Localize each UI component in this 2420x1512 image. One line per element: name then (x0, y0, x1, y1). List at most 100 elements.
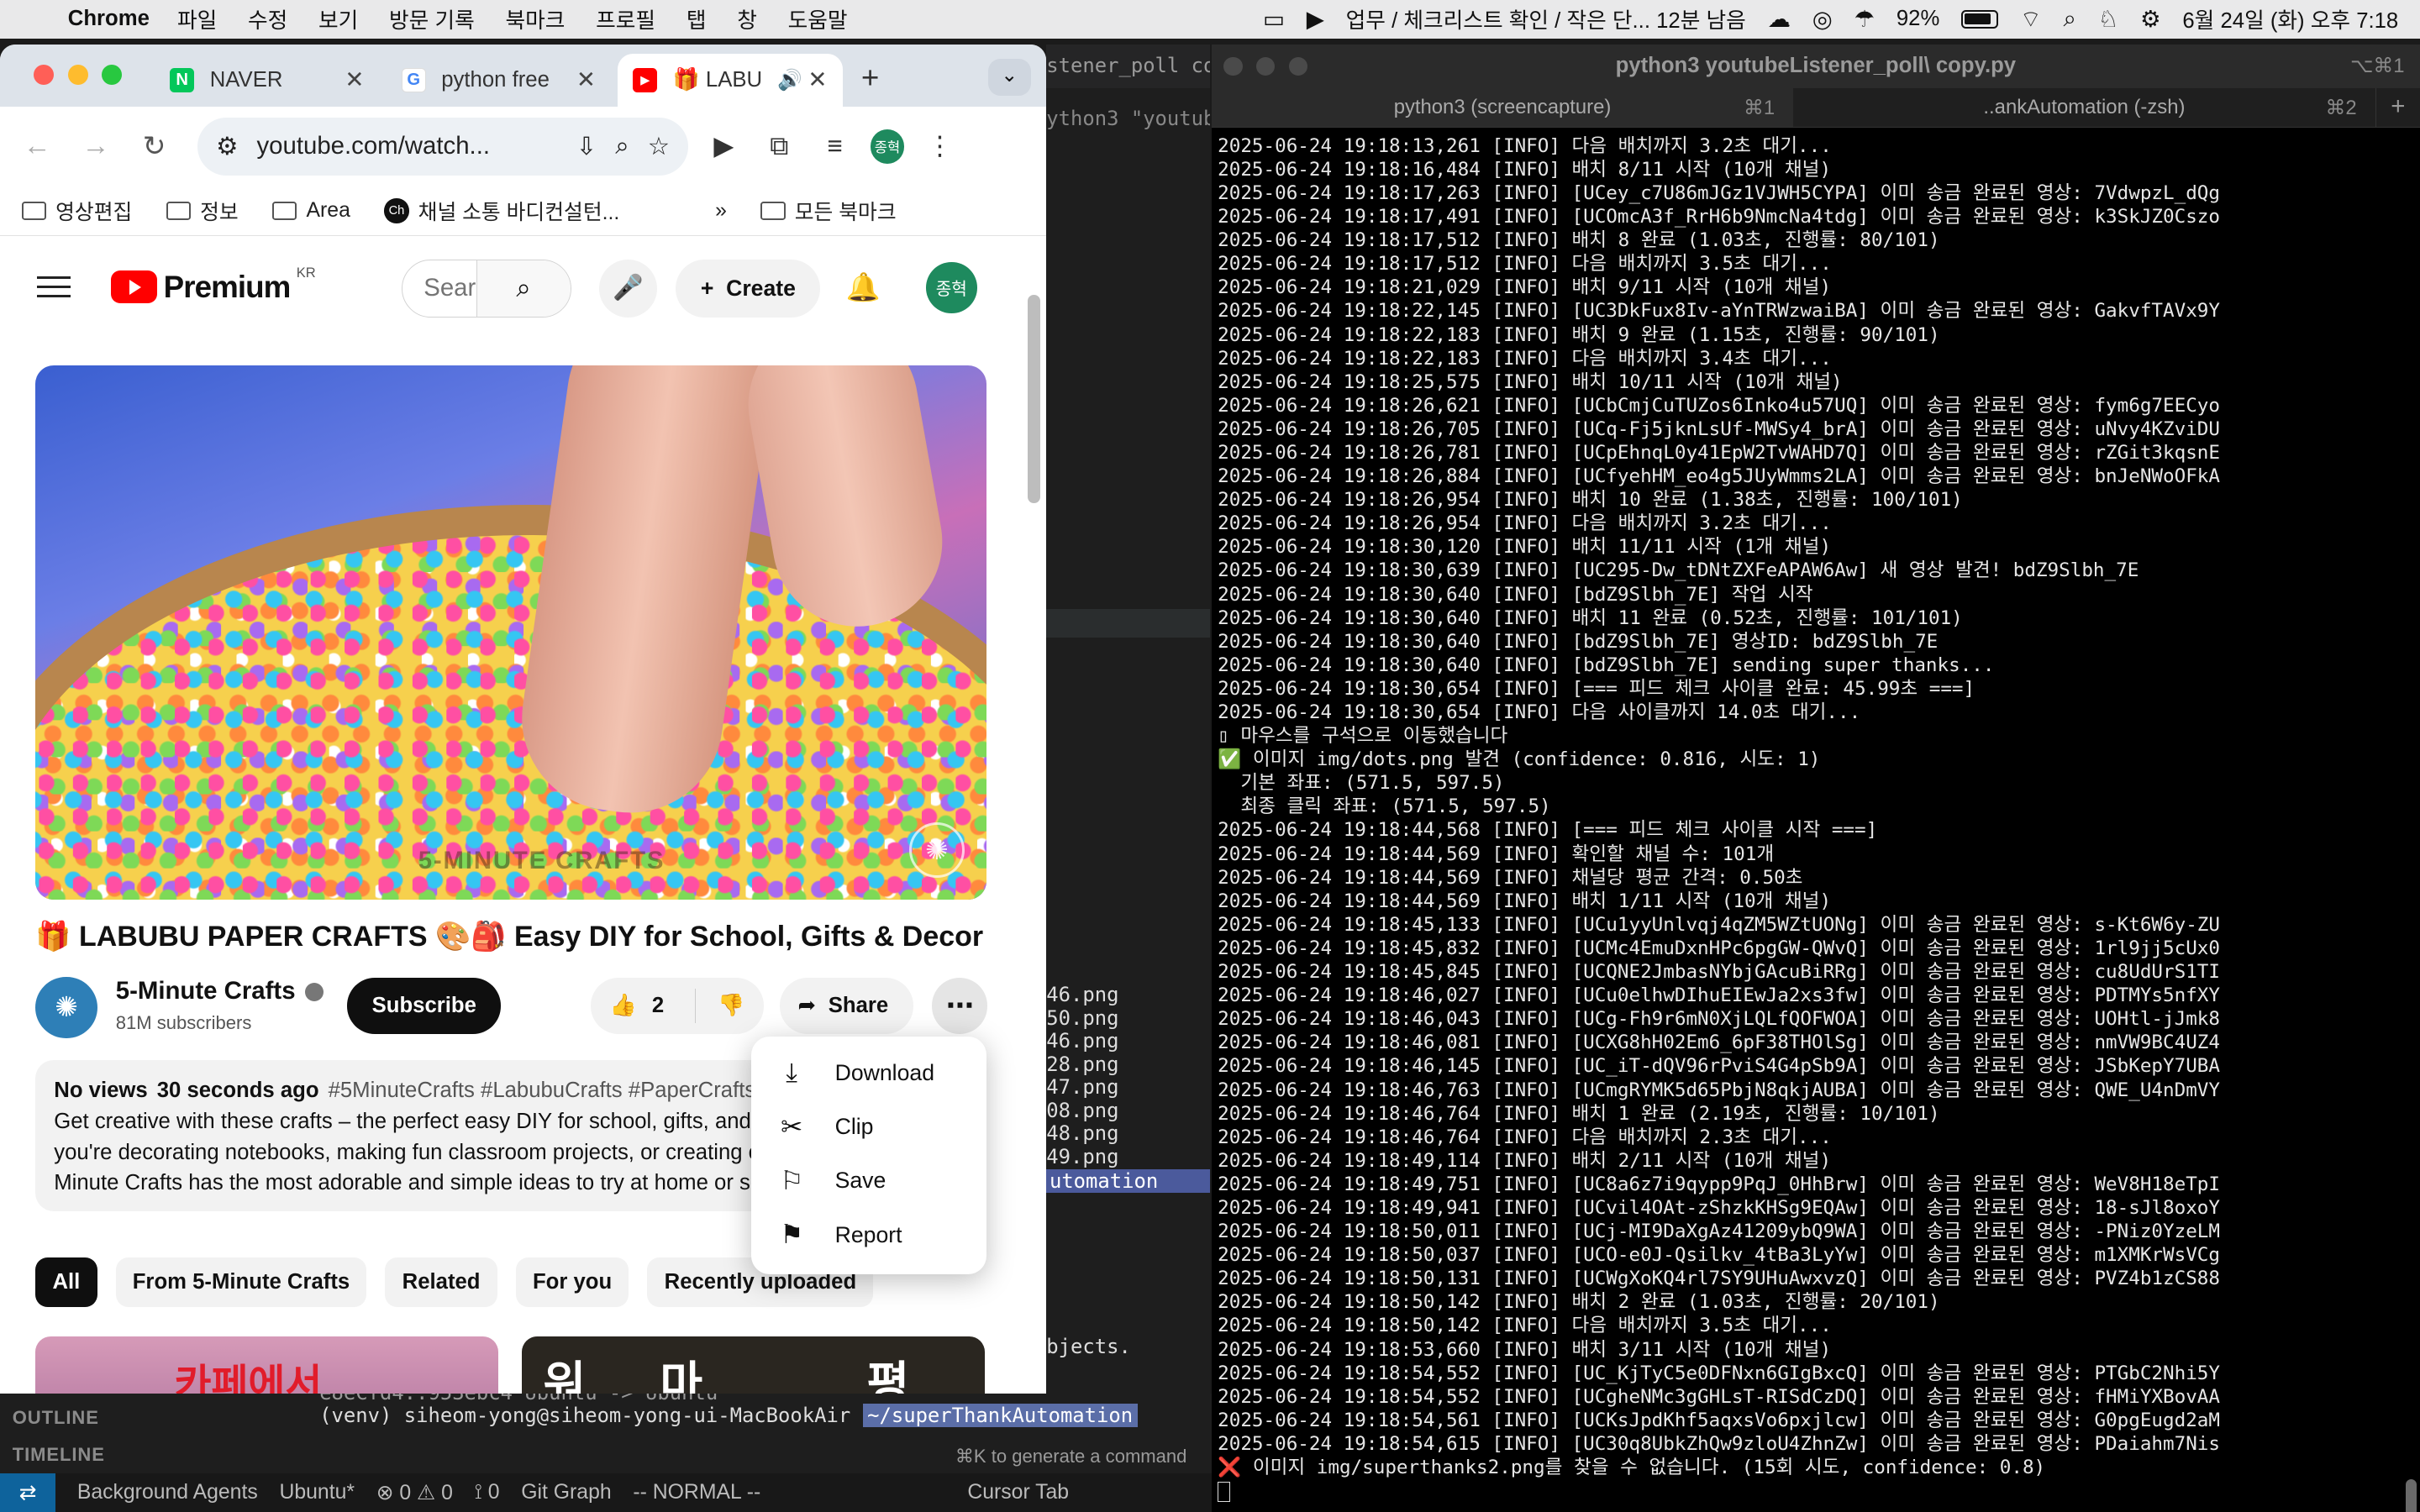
youtube-premium-logo[interactable]: Premium KR (111, 265, 316, 305)
cloud-icon[interactable]: ☁ (1767, 6, 1791, 33)
reminder-status[interactable]: 업무 / 체크리스트 확인 / 작은 단... 12분 남음 (1346, 3, 1746, 34)
ide-editor-tab[interactable]: stener_poll copy.p (1046, 45, 1210, 88)
bookmark-folder-info[interactable]: 정보 (166, 196, 239, 226)
close-window-button[interactable] (1223, 56, 1243, 76)
timeline-section[interactable]: TIMELINE (13, 1444, 105, 1466)
menu-edit[interactable]: 수정 (248, 3, 287, 34)
bookmark-channel-talk[interactable]: Ch 채널 소통 바디컨설턴... (384, 196, 619, 226)
minimize-window-button[interactable] (67, 65, 88, 85)
battery-percent[interactable]: 92% (1897, 7, 1939, 31)
reading-list-icon[interactable]: ≡ (815, 131, 855, 161)
status-problems[interactable]: ⊗ 0 ⚠ 0 (376, 1480, 453, 1505)
search-input[interactable] (402, 274, 476, 303)
airdrop-icon[interactable]: ◎ (1812, 6, 1833, 33)
screen-mirroring-icon[interactable]: ▭ (1263, 6, 1285, 33)
menu-bar-clock[interactable]: 6월 24일 (화) 오후 7:18 (2182, 3, 2398, 34)
back-button[interactable]: ← (15, 130, 58, 162)
video-player[interactable]: 5-MINUTE CRAFTS ✺ (35, 365, 986, 900)
app-menu-chrome[interactable]: Chrome (68, 7, 150, 31)
dislike-button[interactable]: 👎 (696, 993, 744, 1018)
more-actions-button[interactable]: ⋯ (932, 978, 988, 1034)
menu-item-download[interactable]: ⤓ Download (751, 1046, 986, 1100)
remote-icon[interactable]: ⇄ (0, 1473, 56, 1512)
all-bookmarks-folder[interactable]: 모든 북마크 (760, 196, 897, 226)
subscribe-button[interactable]: Subscribe (347, 978, 502, 1034)
tab-naver[interactable]: N NAVER ✕ (155, 54, 380, 106)
related-video-thumbnail[interactable]: 카페에서 (35, 1336, 499, 1394)
close-tab-icon[interactable]: ✕ (576, 66, 596, 93)
chip-all[interactable]: All (35, 1257, 97, 1307)
more-bookmarks-icon[interactable]: » (715, 199, 727, 223)
media-control-icon[interactable]: ▶ (703, 131, 744, 161)
bookmark-star-icon[interactable]: ☆ (648, 132, 670, 161)
address-url[interactable]: youtube.com/watch... (256, 132, 557, 160)
close-window-button[interactable] (34, 65, 55, 85)
status-branch[interactable]: Ubuntu* (279, 1481, 355, 1504)
zoom-icon[interactable]: ⌕ (615, 132, 629, 160)
profile-avatar[interactable]: 종혁 (870, 129, 905, 164)
terminal-tab-zsh[interactable]: ..ankAutomation (-zsh) ⌘2 (1793, 88, 2375, 128)
zoom-window-button[interactable] (1288, 56, 1307, 76)
menu-item-save[interactable]: ⚐ Save (751, 1154, 986, 1208)
menu-tab[interactable]: 탭 (687, 3, 707, 34)
minimize-window-button[interactable] (1256, 56, 1276, 76)
chip-related[interactable]: Related (385, 1257, 497, 1307)
menu-item-clip[interactable]: ✂ Clip (751, 1100, 986, 1154)
reload-button[interactable]: ↻ (133, 129, 176, 163)
site-info-icon[interactable]: ⚙ (216, 132, 238, 161)
bookmark-folder-area[interactable]: Area (272, 199, 350, 223)
install-app-icon[interactable]: ⇩ (576, 132, 597, 161)
menu-profile[interactable]: 프로필 (596, 3, 655, 34)
new-terminal-tab-button[interactable]: + (2375, 87, 2420, 128)
channel-name[interactable]: 5-Minute Crafts (116, 977, 324, 1005)
status-ports[interactable]: ⟟ 0 (475, 1481, 500, 1504)
menu-view[interactable]: 보기 (318, 3, 358, 34)
guide-menu-icon[interactable] (37, 270, 71, 303)
close-tab-icon[interactable]: ✕ (808, 66, 827, 93)
extensions-icon[interactable]: ⧉ (760, 131, 800, 162)
chip-from-channel[interactable]: From 5-Minute Crafts (115, 1257, 367, 1307)
channel-avatar[interactable]: ✺ (35, 976, 97, 1039)
page-scrollbar[interactable] (1028, 294, 1040, 503)
chip-for-you[interactable]: For you (515, 1257, 629, 1307)
menu-help[interactable]: 도움말 (788, 3, 848, 34)
new-tab-button[interactable]: + (861, 60, 879, 96)
terminal-tab-screencapture[interactable]: python3 (screencapture) ⌘1 (1211, 87, 1794, 128)
menu-item-report[interactable]: ⚑ Report (751, 1208, 986, 1262)
share-button[interactable]: ➦ Share (779, 978, 913, 1034)
status-cursor-tab[interactable]: Cursor Tab (967, 1481, 1069, 1504)
zoom-window-button[interactable] (102, 65, 123, 85)
menu-window[interactable]: 창 (737, 3, 757, 34)
tab-search-chevron-icon[interactable]: ⌄ (987, 58, 1031, 96)
forward-button[interactable]: → (74, 130, 117, 162)
weather-icon[interactable]: ☂ (1854, 6, 1875, 33)
terminal-output[interactable]: 2025-06-24 19:18:13,261 [INFO] 다음 배치까지 3… (1212, 128, 2420, 1505)
control-center-icon[interactable]: ⚙ (2140, 6, 2161, 33)
channel-watermark-icon[interactable]: ✺ (908, 822, 965, 879)
battery-icon[interactable] (1961, 9, 1999, 29)
address-bar[interactable]: ⚙ youtube.com/watch... ⇩ ⌕ ☆ (197, 117, 689, 176)
menu-file[interactable]: 파일 (177, 3, 217, 34)
like-button[interactable]: 👍 2 (591, 989, 697, 1023)
menu-bookmarks[interactable]: 북마크 (505, 3, 565, 34)
audio-playing-icon[interactable]: 🔊 (777, 68, 802, 92)
terminal-scrollbar[interactable] (2406, 1479, 2417, 1512)
menu-history[interactable]: 방문 기록 (389, 3, 475, 34)
account-avatar[interactable]: 종혁 (926, 262, 977, 313)
tab-google[interactable]: G python free ✕ (386, 54, 611, 106)
close-tab-icon[interactable]: ✕ (345, 66, 364, 93)
status-git-graph[interactable]: Git Graph (521, 1481, 611, 1504)
media-play-icon[interactable]: ▶ (1307, 6, 1324, 33)
notifications-bell-icon[interactable]: 🔔 (846, 271, 881, 304)
channel-name-text[interactable]: 5-Minute Crafts (116, 977, 296, 1005)
related-video-thumbnail[interactable]: 워마 평가 (521, 1336, 985, 1394)
outline-section[interactable]: OUTLINE (13, 1407, 99, 1429)
tab-youtube[interactable]: ▶ 🎁 LABU 🔊 ✕ (617, 54, 843, 107)
wifi-icon[interactable]: ⌔ (2020, 4, 2042, 34)
bookmark-folder-video-editing[interactable]: 영상편집 (21, 196, 132, 226)
status-background-agents[interactable]: Background Agents (77, 1481, 258, 1504)
spotlight-search-icon[interactable]: ⌕ (2063, 5, 2075, 33)
search-icon[interactable]: ⌕ (476, 260, 571, 318)
chrome-menu-icon[interactable]: ⋮ (920, 131, 960, 161)
create-button[interactable]: + Create (676, 259, 821, 318)
